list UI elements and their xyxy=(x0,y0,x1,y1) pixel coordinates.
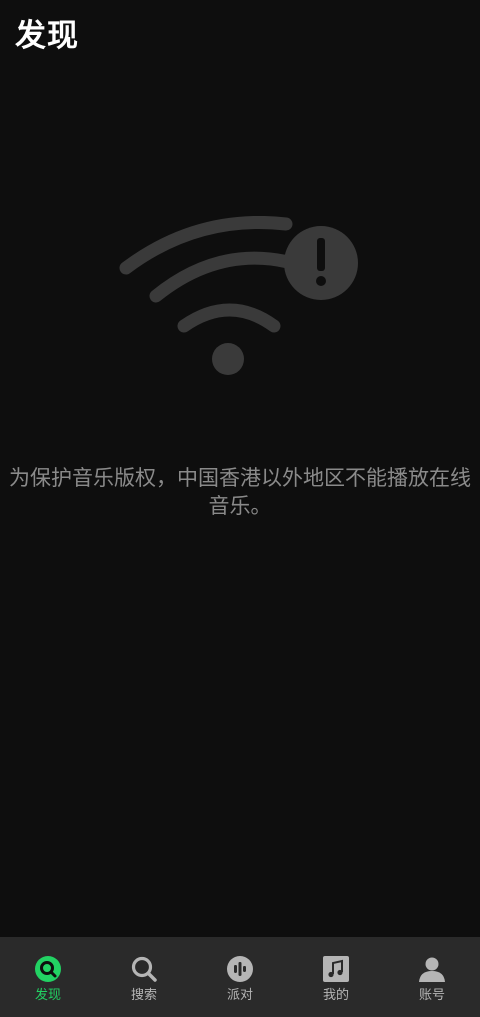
tab-mine[interactable]: 我的 xyxy=(288,937,384,1017)
main-content: 为保护音乐版权，中国香港以外地区不能播放在线 音乐。 xyxy=(0,76,480,937)
bottom-tab-bar: 发现 搜索 派对 我的 账号 xyxy=(0,937,480,1017)
tab-search[interactable]: 搜索 xyxy=(96,937,192,1017)
tab-label: 派对 xyxy=(226,988,253,1003)
person-icon xyxy=(419,957,445,982)
discover-icon xyxy=(35,956,61,982)
region-restriction-message: 为保护音乐版权，中国香港以外地区不能播放在线 音乐。 xyxy=(9,466,471,518)
page-title: 发现 xyxy=(15,18,79,54)
header: 发现 xyxy=(0,0,480,76)
tab-label: 搜索 xyxy=(130,988,157,1003)
music-note-icon xyxy=(323,956,349,982)
party-icon xyxy=(227,956,253,982)
tab-label: 账号 xyxy=(418,988,445,1003)
tab-label: 发现 xyxy=(34,988,61,1003)
tab-label: 我的 xyxy=(322,988,349,1003)
tab-discover[interactable]: 发现 xyxy=(0,937,96,1017)
search-icon xyxy=(131,956,157,982)
tab-account[interactable]: 账号 xyxy=(384,937,480,1017)
wifi-off-warning-icon xyxy=(119,216,358,375)
tab-party[interactable]: 派对 xyxy=(192,937,288,1017)
